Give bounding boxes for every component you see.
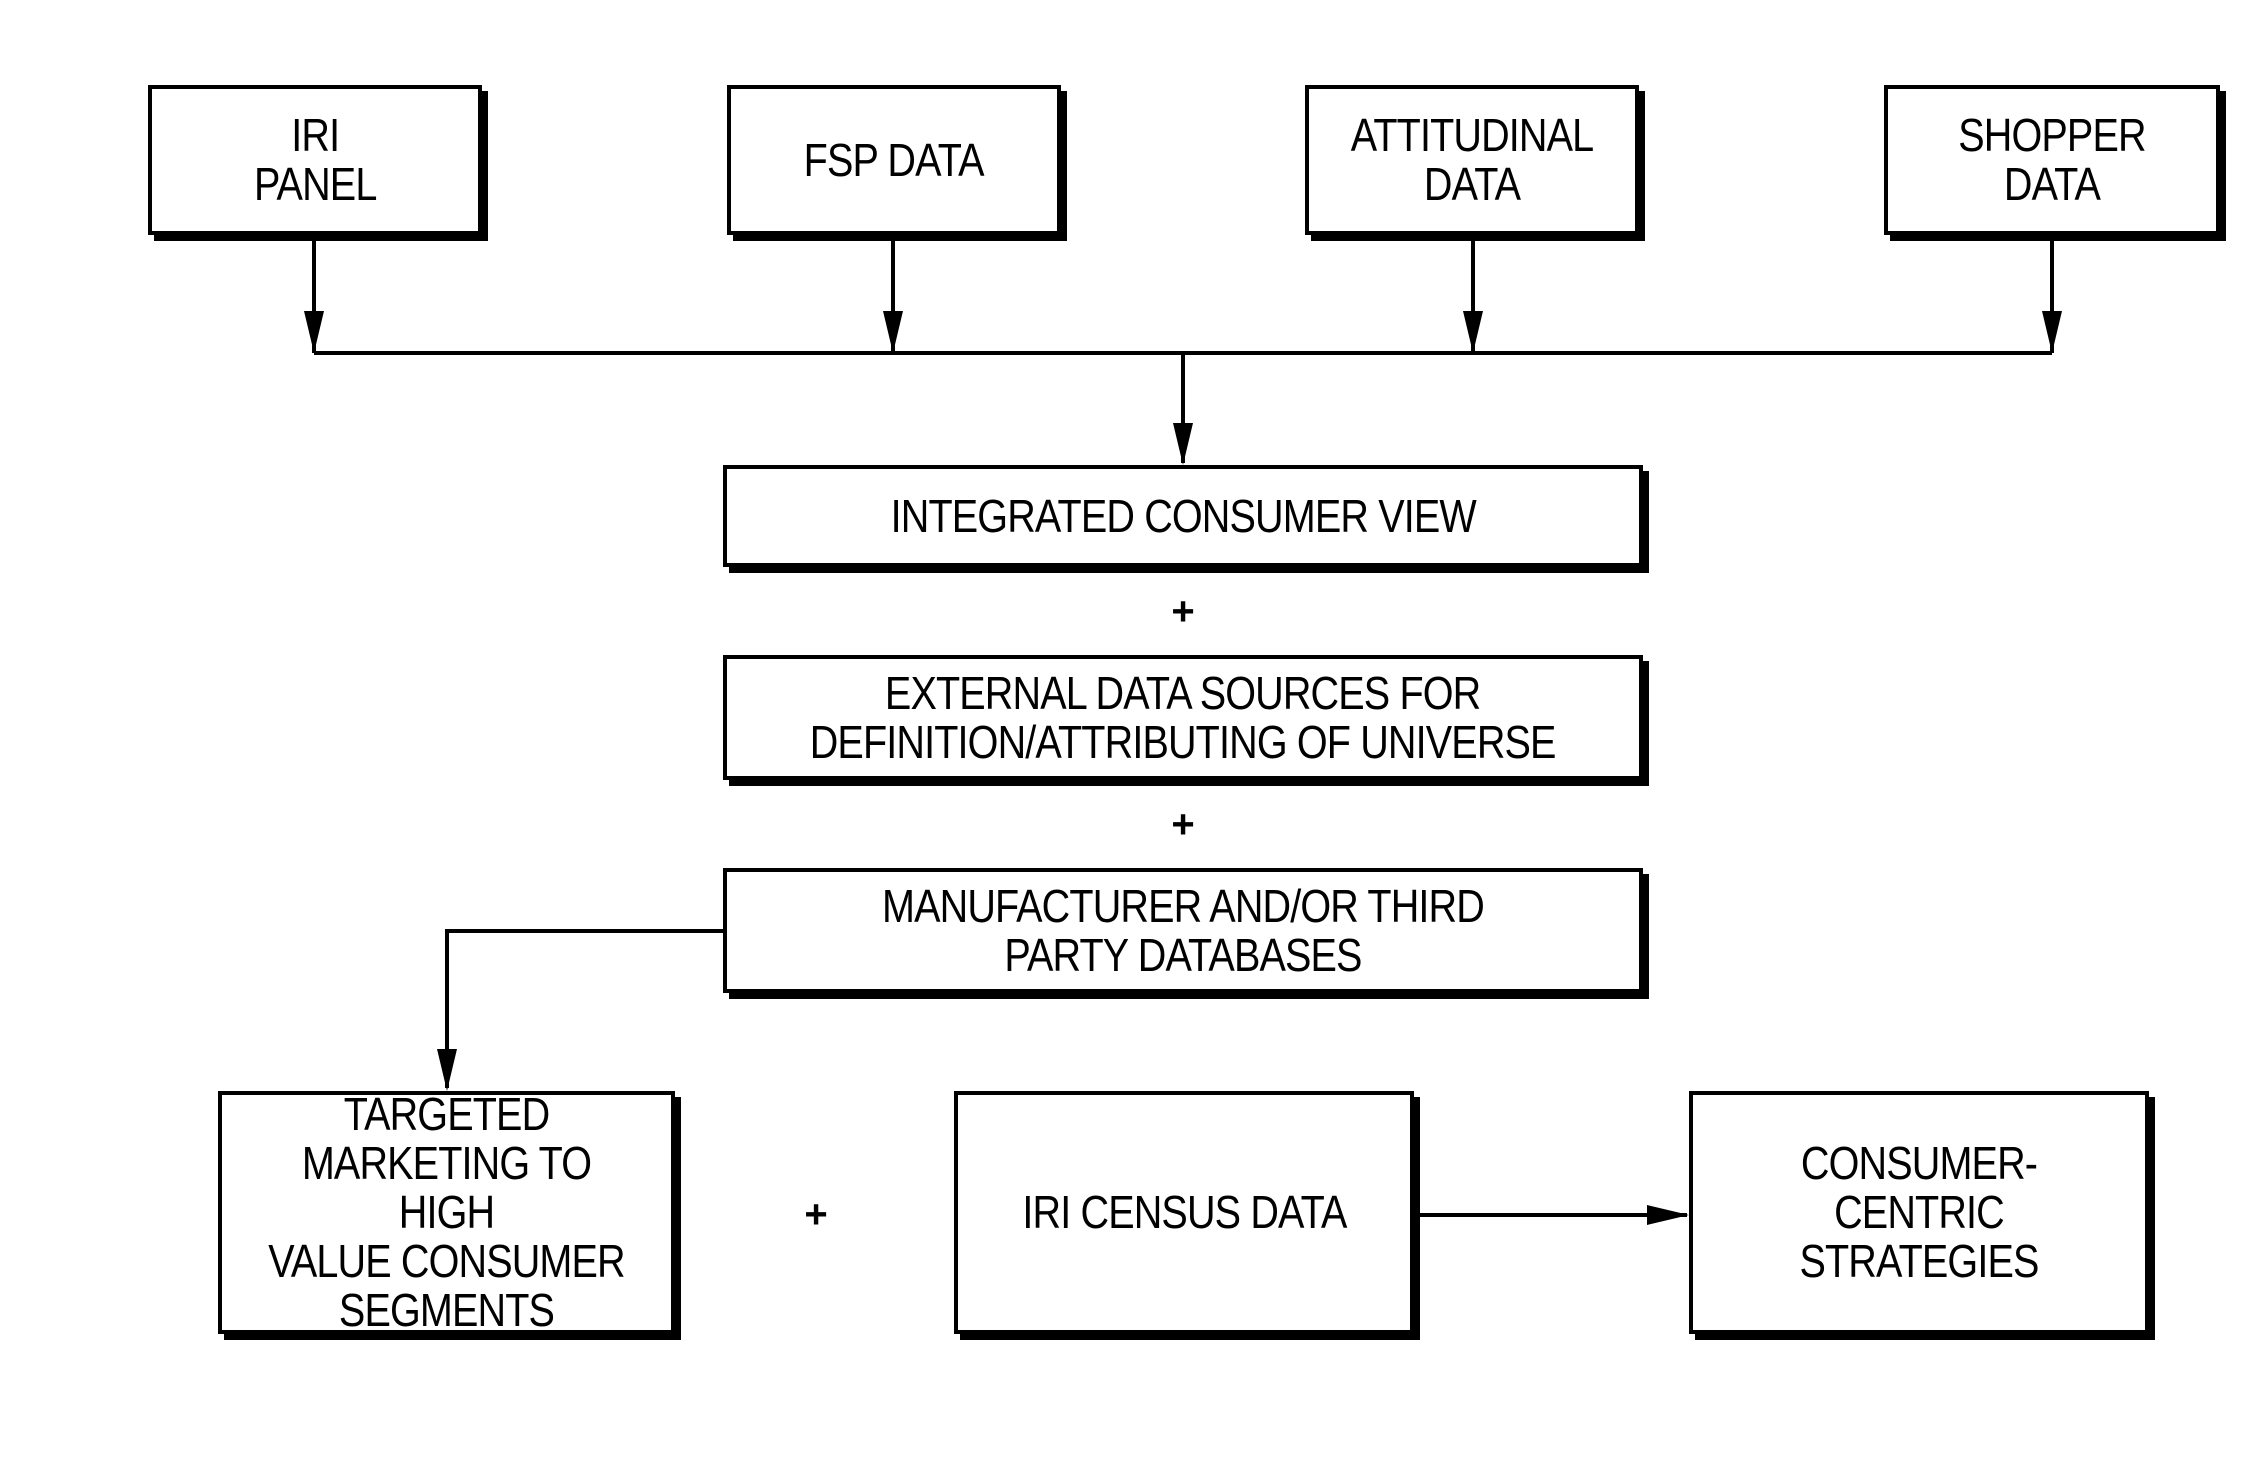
- targeted-marketing-box: TARGETED MARKETING TO HIGH VALUE CONSUME…: [218, 1088, 675, 1336]
- arrowhead-down-icon: [2042, 311, 2062, 353]
- attitudinal-data-label: ATTITUDINAL DATA: [1350, 109, 1594, 210]
- edge-manufacturer-to-targeted: [445, 929, 723, 1088]
- arrowhead-down-icon: [1463, 311, 1483, 353]
- iri-panel-box: IRI PANEL: [148, 85, 482, 235]
- plus-sign: +: [1171, 589, 1195, 634]
- manufacturer-databases-box: MANUFACTURER AND/OR THIRD PARTY DATABASE…: [723, 868, 1643, 993]
- consumer-centric-strategies-label: CONSUMER-CENTRIC STRATEGIES: [1799, 1137, 2039, 1287]
- iri-census-data-label: IRI CENSUS DATA: [1021, 1186, 1347, 1238]
- attitudinal-data-box: ATTITUDINAL DATA: [1305, 85, 1639, 235]
- consumer-centric-strategies-box: CONSUMER-CENTRIC STRATEGIES: [1689, 1091, 2149, 1334]
- manufacturer-databases-label: MANUFACTURER AND/OR THIRD PARTY DATABASE…: [881, 879, 1485, 981]
- fsp-data-label: FSP DATA: [804, 133, 985, 186]
- arrowhead-down-icon: [437, 1049, 457, 1091]
- arrowhead-right-icon: [1647, 1205, 1689, 1225]
- arrowhead-down-icon: [304, 311, 324, 353]
- arrowhead-down-icon: [883, 311, 903, 353]
- plus-sign: +: [1171, 802, 1195, 847]
- external-data-sources-label: EXTERNAL DATA SOURCES FOR DEFINITION/ATT…: [810, 666, 1557, 768]
- plus-sign: +: [804, 1192, 828, 1237]
- external-data-sources-box: EXTERNAL DATA SOURCES FOR DEFINITION/ATT…: [723, 655, 1643, 780]
- integrated-consumer-view-label: INTEGRATED CONSUMER VIEW: [890, 489, 1476, 542]
- shopper-data-box: SHOPPER DATA: [1884, 85, 2220, 235]
- fsp-data-box: FSP DATA: [727, 85, 1061, 235]
- iri-panel-label: IRI PANEL: [253, 109, 377, 210]
- targeted-marketing-label: TARGETED MARKETING TO HIGH VALUE CONSUME…: [268, 1088, 625, 1336]
- iri-census-data-box: IRI CENSUS DATA: [954, 1091, 1414, 1334]
- integrated-consumer-view-box: INTEGRATED CONSUMER VIEW: [723, 465, 1643, 567]
- shopper-data-label: SHOPPER DATA: [1958, 109, 2146, 210]
- arrowhead-down-icon: [1173, 423, 1193, 465]
